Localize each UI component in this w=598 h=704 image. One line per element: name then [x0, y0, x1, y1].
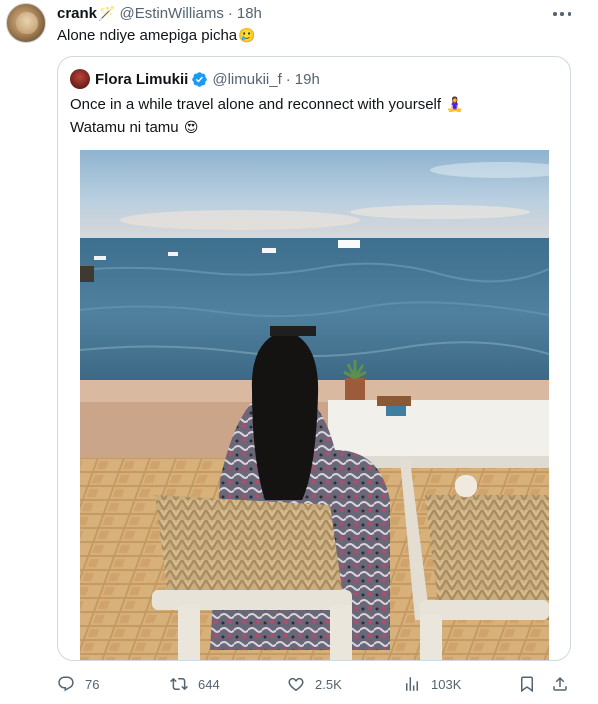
views-count: 103K	[431, 676, 462, 692]
heart-eyes-emoji: 😍	[183, 119, 199, 135]
magic-wand-icon: 🪄	[98, 4, 116, 21]
author-handle[interactable]: @EstinWilliams	[119, 5, 223, 22]
quoted-text-line-2: Watamu ni tamu 😍	[70, 116, 560, 139]
quoted-time[interactable]: 19h	[295, 71, 320, 88]
repost-count: 644	[198, 676, 220, 692]
tweet-card[interactable]: crank 🪄 @EstinWilliams · 18h Alone ndiye…	[0, 0, 598, 704]
repost-button[interactable]: 644	[170, 673, 220, 695]
quoted-tweet[interactable]: Flora Limukii @limukii_f · 19h Once in a…	[57, 56, 571, 661]
seaside-photo-image	[80, 150, 549, 660]
author-name[interactable]: crank	[57, 5, 97, 22]
reply-count: 76	[85, 676, 100, 692]
bookmark-icon	[521, 676, 533, 693]
quoted-author-avatar[interactable]	[70, 69, 90, 89]
quoted-photo[interactable]	[80, 150, 549, 660]
tweet-time[interactable]: 18h	[237, 5, 262, 22]
tweet-text-body: Alone ndiye amepiga picha	[57, 27, 238, 44]
quoted-separator-dot: ·	[285, 70, 291, 88]
reply-button[interactable]: 76	[57, 673, 99, 695]
reply-icon	[58, 676, 74, 692]
views-button[interactable]: 103K	[403, 673, 461, 695]
more-options-icon[interactable]	[551, 6, 573, 22]
share-icon	[553, 676, 567, 691]
verified-badge-icon	[192, 71, 208, 87]
repost-icon	[170, 677, 188, 691]
views-icon	[406, 677, 418, 691]
heart-icon	[288, 677, 304, 692]
tweet-header: crank 🪄 @EstinWilliams · 18h	[57, 3, 262, 23]
author-avatar[interactable]	[6, 3, 46, 43]
action-bar: 76 644 2.5K 103K	[57, 673, 577, 695]
quoted-header: Flora Limukii @limukii_f · 19h	[70, 69, 320, 89]
quoted-text: Once in a while travel alone and reconne…	[70, 93, 560, 139]
like-button[interactable]: 2.5K	[287, 673, 342, 695]
quoted-line1-text: Once in a while travel alone and reconne…	[70, 96, 442, 113]
tweet-text: Alone ndiye amepiga picha🥲	[57, 25, 256, 46]
quoted-text-line-1: Once in a while travel alone and reconne…	[70, 93, 560, 116]
separator-dot: ·	[227, 4, 233, 22]
bookmark-button[interactable]	[518, 673, 546, 695]
meditation-emoji: 🧘‍♀️	[446, 96, 464, 112]
quoted-author-handle[interactable]: @limukii_f	[212, 71, 281, 88]
quoted-author-name[interactable]: Flora Limukii	[95, 71, 188, 88]
smiling-tear-emoji: 🥲	[238, 27, 256, 43]
quoted-line2-text: Watamu ni tamu	[70, 119, 179, 136]
share-button[interactable]	[551, 673, 579, 695]
like-count: 2.5K	[315, 676, 342, 692]
